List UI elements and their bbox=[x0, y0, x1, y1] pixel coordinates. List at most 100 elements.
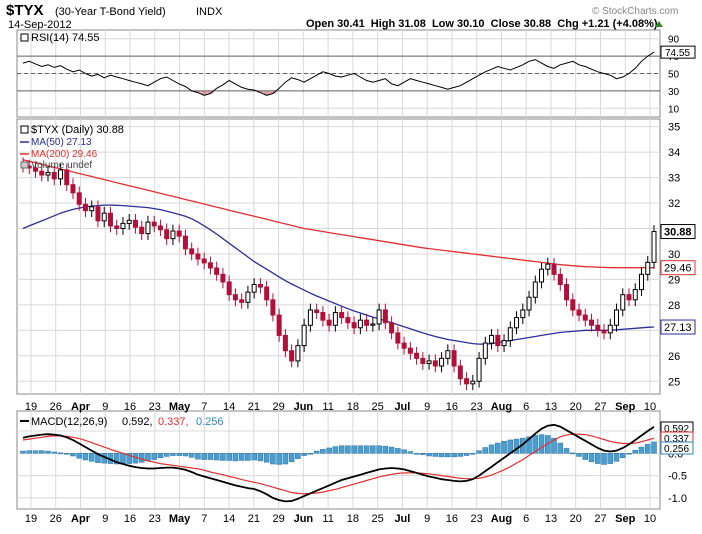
macd-title: MACD(12,26,9) bbox=[31, 416, 107, 428]
x-tick-label: 6 bbox=[523, 401, 529, 413]
exchange-label: INDX bbox=[196, 6, 223, 18]
macd-histogram-bar bbox=[388, 446, 395, 454]
macd-histogram-bar bbox=[51, 451, 57, 454]
candle-body bbox=[401, 342, 407, 349]
candle-body bbox=[382, 309, 388, 324]
price-tick-label: 34 bbox=[668, 147, 680, 159]
macd-histogram-bar bbox=[470, 453, 476, 455]
x-tick-label: 14 bbox=[223, 513, 235, 525]
macd-histogram-bar bbox=[463, 453, 470, 456]
candle-body bbox=[582, 314, 588, 321]
candle-body bbox=[501, 340, 507, 347]
legend-ma50: MA(50) 27.13 bbox=[31, 137, 92, 148]
macd-histogram-bar bbox=[645, 444, 651, 454]
macd-histogram-bar bbox=[495, 442, 501, 454]
macd-histogram-bar bbox=[201, 453, 207, 460]
candle-body bbox=[470, 380, 476, 385]
candle-body bbox=[82, 203, 88, 212]
symbol-name: (30-Year T-Bond Yield) bbox=[55, 6, 166, 18]
x-tick-label: 16 bbox=[446, 401, 458, 413]
macd-histogram-bar bbox=[476, 450, 482, 454]
macd-histogram-bar bbox=[588, 453, 595, 463]
macd-histogram-bar bbox=[570, 452, 576, 455]
candle-body bbox=[101, 212, 107, 222]
x-tick-label: 20 bbox=[570, 513, 582, 525]
price-tick-label: 25 bbox=[668, 376, 680, 388]
candle-body bbox=[632, 289, 638, 301]
candle-body bbox=[295, 345, 301, 362]
candle-body bbox=[164, 229, 170, 240]
rsi-tick-label: 30 bbox=[668, 87, 680, 98]
x-tick-label: 21 bbox=[248, 401, 260, 413]
legend-volume-swatch bbox=[20, 161, 29, 169]
candle-body bbox=[514, 317, 520, 329]
x-tick-label: 29 bbox=[272, 401, 284, 413]
macd-histogram-bar bbox=[157, 453, 164, 459]
x-tick-label: Apr bbox=[71, 401, 91, 413]
macd-histogram-bar bbox=[207, 453, 214, 460]
macd-histogram-bar bbox=[232, 453, 239, 462]
price-tick-label: 29 bbox=[668, 274, 680, 286]
candle-body bbox=[339, 312, 345, 319]
macd-histogram-bar bbox=[220, 453, 226, 461]
candle-body bbox=[595, 324, 601, 331]
candle-body bbox=[520, 309, 526, 319]
candle-body bbox=[214, 267, 220, 275]
macd-histogram-bar bbox=[482, 447, 489, 454]
x-tick-label: 10 bbox=[644, 401, 656, 413]
x-tick-label: Sep bbox=[615, 401, 635, 413]
macd-histogram-bar bbox=[238, 453, 245, 461]
macd-histogram-bar bbox=[413, 453, 420, 455]
candle-body bbox=[639, 273, 645, 291]
x-tick-label: 23 bbox=[471, 513, 483, 525]
x-tick-label: 27 bbox=[594, 401, 606, 413]
macd-histogram-bar bbox=[38, 450, 45, 454]
x-tick-label: 26 bbox=[50, 401, 62, 413]
macd-histogram-bar bbox=[651, 441, 657, 454]
x-tick-label: 27 bbox=[594, 513, 606, 525]
candle-body bbox=[607, 324, 613, 334]
legend-ma200: MA(200) 29.46 bbox=[31, 149, 98, 160]
candle-body bbox=[357, 319, 363, 329]
macd-histogram-bar bbox=[301, 453, 307, 456]
candle-body bbox=[176, 230, 182, 237]
candle-body bbox=[614, 309, 620, 326]
macd-histogram-bar bbox=[445, 453, 451, 458]
macd-histogram-bar bbox=[620, 453, 626, 459]
candle-body bbox=[257, 284, 263, 288]
x-tick-label: Jul bbox=[394, 401, 410, 413]
stock-chart: $TYX (30-Year T-Bond Yield) INDX 14-Sep-… bbox=[6, 2, 696, 525]
candle-body bbox=[120, 222, 126, 229]
candle-body bbox=[557, 273, 563, 286]
price-value-label: 29.46 bbox=[664, 263, 692, 275]
x-tick-label: 9 bbox=[102, 401, 108, 413]
x-tick-label: Jun bbox=[294, 513, 314, 525]
macd-histogram-bar bbox=[488, 444, 495, 454]
chart-date: 14-Sep-2012 bbox=[8, 19, 72, 31]
macd-tick-label: -0.5 bbox=[668, 471, 687, 483]
macd-histogram-bar bbox=[257, 453, 264, 462]
macd-histogram-bar bbox=[182, 453, 189, 457]
macd-legend-histogram: 0.256 bbox=[196, 416, 224, 428]
x-tick-label: 19 bbox=[25, 513, 37, 525]
candle-body bbox=[420, 357, 426, 364]
macd-histogram-bar bbox=[82, 453, 89, 461]
candle-body bbox=[276, 314, 282, 336]
candle-body bbox=[645, 261, 651, 275]
x-tick-label: 23 bbox=[471, 401, 483, 413]
candle-body bbox=[464, 378, 470, 385]
x-tick-label: 11 bbox=[322, 513, 333, 525]
macd-histogram-bar bbox=[145, 453, 151, 462]
candle-body bbox=[114, 225, 120, 229]
price-tick-label: 35 bbox=[668, 122, 680, 134]
x-tick-label: 16 bbox=[124, 401, 136, 413]
macd-histogram-bar bbox=[357, 445, 364, 454]
macd-histogram-bar bbox=[382, 445, 389, 454]
ohlc-summary: Open 30.41 High 31.08 Low 30.10 Close 30… bbox=[306, 18, 658, 30]
candle-body bbox=[182, 235, 188, 250]
x-tick-label: 19 bbox=[25, 401, 37, 413]
candle-body bbox=[407, 347, 413, 354]
price-tick-label: 28 bbox=[668, 300, 680, 312]
rsi-tick-label: 50 bbox=[668, 70, 680, 81]
x-tick-label: 6 bbox=[523, 513, 529, 525]
